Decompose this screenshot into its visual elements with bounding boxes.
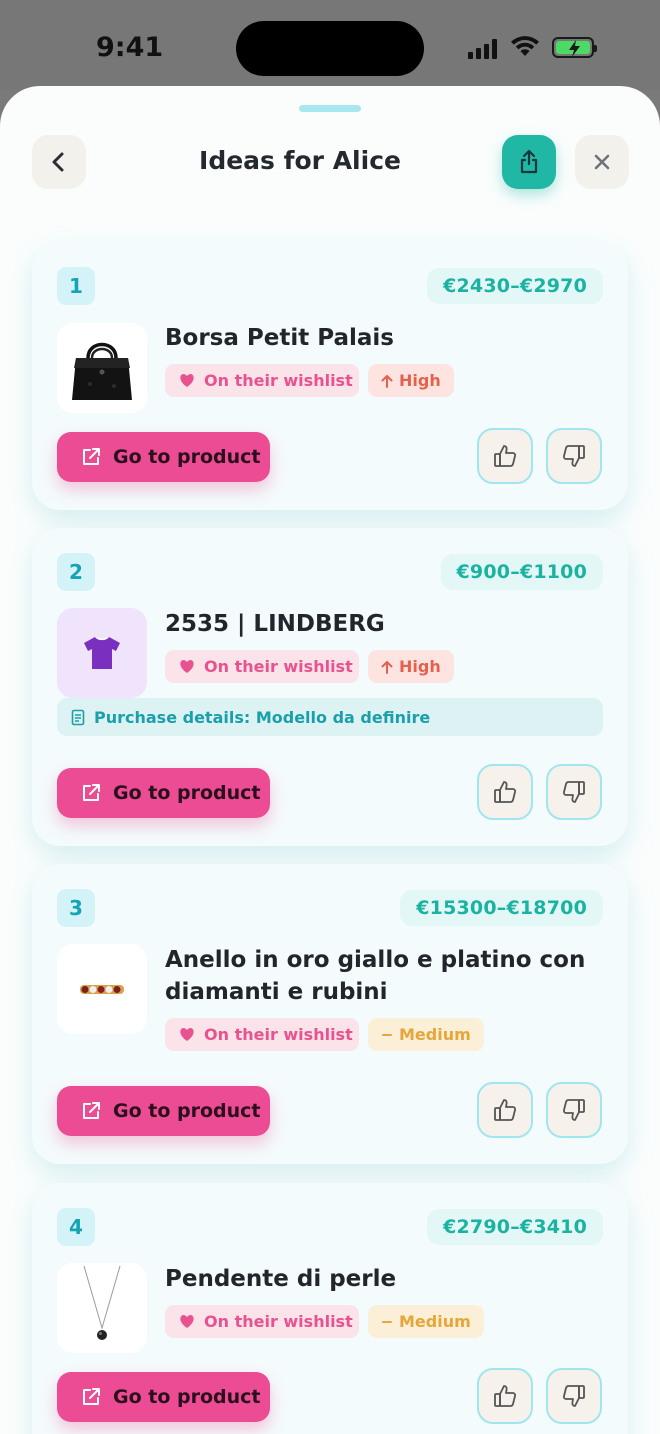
go-to-product-button[interactable]: Go to product [57, 1086, 270, 1136]
price-range: €2430–€2970 [427, 268, 603, 304]
arrow-up-icon [381, 374, 393, 388]
minus-icon [382, 1320, 392, 1323]
thumbs-up-button[interactable] [477, 428, 533, 484]
external-link-icon [83, 784, 100, 801]
thumbs-up-button[interactable] [477, 1082, 533, 1138]
document-icon [71, 709, 85, 725]
wishlist-badge: On their wishlist [165, 1305, 359, 1338]
heart-icon [180, 660, 194, 673]
product-image [57, 1263, 147, 1353]
wishlist-label: On their wishlist [204, 657, 353, 676]
priority-label: High [399, 371, 441, 390]
heart-icon [180, 1315, 194, 1328]
wishlist-label: On their wishlist [204, 1025, 353, 1044]
arrow-up-icon [381, 660, 393, 674]
idea-card: 1 €2430–€2970 Borsa Petit Palais On thei… [32, 242, 628, 510]
close-button[interactable] [575, 135, 629, 189]
ring-image [80, 985, 124, 994]
external-link-icon [83, 1388, 100, 1405]
product-name: Anello in oro giallo e platino con diama… [165, 947, 586, 1005]
go-to-product-button[interactable]: Go to product [57, 432, 270, 482]
idea-number: 2 [57, 553, 95, 591]
product-name: Borsa Petit Palais [165, 325, 394, 351]
sheet-grabber[interactable] [299, 105, 361, 112]
thumbs-down-button[interactable] [546, 1368, 602, 1424]
idea-number: 1 [57, 267, 95, 305]
wishlist-badge: On their wishlist [165, 364, 359, 397]
go-to-product-label: Go to product [113, 1100, 261, 1122]
price-range: €2790–€3410 [427, 1209, 603, 1245]
go-to-product-button[interactable]: Go to product [57, 768, 270, 818]
signal-icon [468, 38, 497, 59]
price-range: €15300–€18700 [400, 890, 603, 926]
external-link-icon [83, 448, 100, 465]
battery-icon [552, 37, 597, 58]
thumbs-up-icon [494, 781, 517, 803]
external-link-icon [83, 1102, 100, 1119]
priority-label: Medium [399, 1025, 471, 1044]
idea-number: 4 [57, 1208, 95, 1246]
wishlist-label: On their wishlist [204, 371, 353, 390]
priority-label: Medium [399, 1312, 471, 1331]
go-to-product-label: Go to product [113, 782, 261, 804]
share-button[interactable] [502, 135, 556, 189]
wishlist-badge: On their wishlist [165, 650, 359, 683]
tshirt-icon [84, 636, 120, 669]
wishlist-badge: On their wishlist [165, 1018, 359, 1051]
thumbs-down-icon [562, 1385, 585, 1407]
priority-label: High [399, 657, 441, 676]
idea-card: 3 €15300–€18700 Anello in oro giallo e p… [32, 864, 628, 1164]
thumbs-up-button[interactable] [477, 1368, 533, 1424]
thumbs-down-icon [562, 445, 585, 467]
thumbs-up-icon [494, 1385, 517, 1407]
dynamic-island [236, 21, 424, 76]
product-image [57, 944, 147, 1034]
priority-badge: Medium [368, 1018, 484, 1051]
thumbs-down-icon [562, 1099, 585, 1121]
heart-icon [180, 374, 194, 387]
thumbs-up-icon [494, 445, 517, 467]
heart-icon [180, 1028, 194, 1041]
status-time: 9:41 [96, 32, 164, 63]
wifi-icon [511, 36, 539, 56]
purchase-details: Purchase details: Modello da definire [57, 698, 603, 736]
priority-badge: High [368, 650, 454, 683]
thumbs-down-icon [562, 781, 585, 803]
share-icon [520, 149, 538, 174]
status-bar: 9:41 [0, 0, 660, 90]
thumbs-up-button[interactable] [477, 764, 533, 820]
priority-badge: High [368, 364, 454, 397]
idea-card: 2 €900–€1100 2535 | LINDBERG On their wi… [32, 528, 628, 846]
close-icon [594, 154, 610, 170]
product-image [57, 608, 147, 698]
go-to-product-label: Go to product [113, 446, 261, 468]
idea-card: 4 €2790–€3410 Pendente di perle On their… [32, 1183, 628, 1434]
product-name: Pendente di perle [165, 1266, 397, 1292]
price-range: €900–€1100 [440, 554, 603, 590]
thumbs-up-icon [494, 1099, 517, 1121]
purchase-details-text: Purchase details: Modello da definire [94, 707, 431, 727]
pendant-image [83, 1265, 121, 1340]
product-image [57, 323, 147, 413]
thumbs-down-button[interactable] [546, 1082, 602, 1138]
product-name: 2535 | LINDBERG [165, 611, 385, 637]
idea-number: 3 [57, 889, 95, 927]
go-to-product-button[interactable]: Go to product [57, 1372, 270, 1422]
go-to-product-label: Go to product [113, 1386, 261, 1408]
handbag-image [72, 342, 132, 400]
minus-icon [382, 1033, 392, 1036]
wishlist-label: On their wishlist [204, 1312, 353, 1331]
priority-badge: Medium [368, 1305, 484, 1338]
ideas-sheet: Ideas for Alice 1 €2430–€2970 Borsa Peti… [0, 86, 660, 1434]
thumbs-down-button[interactable] [546, 764, 602, 820]
thumbs-down-button[interactable] [546, 428, 602, 484]
